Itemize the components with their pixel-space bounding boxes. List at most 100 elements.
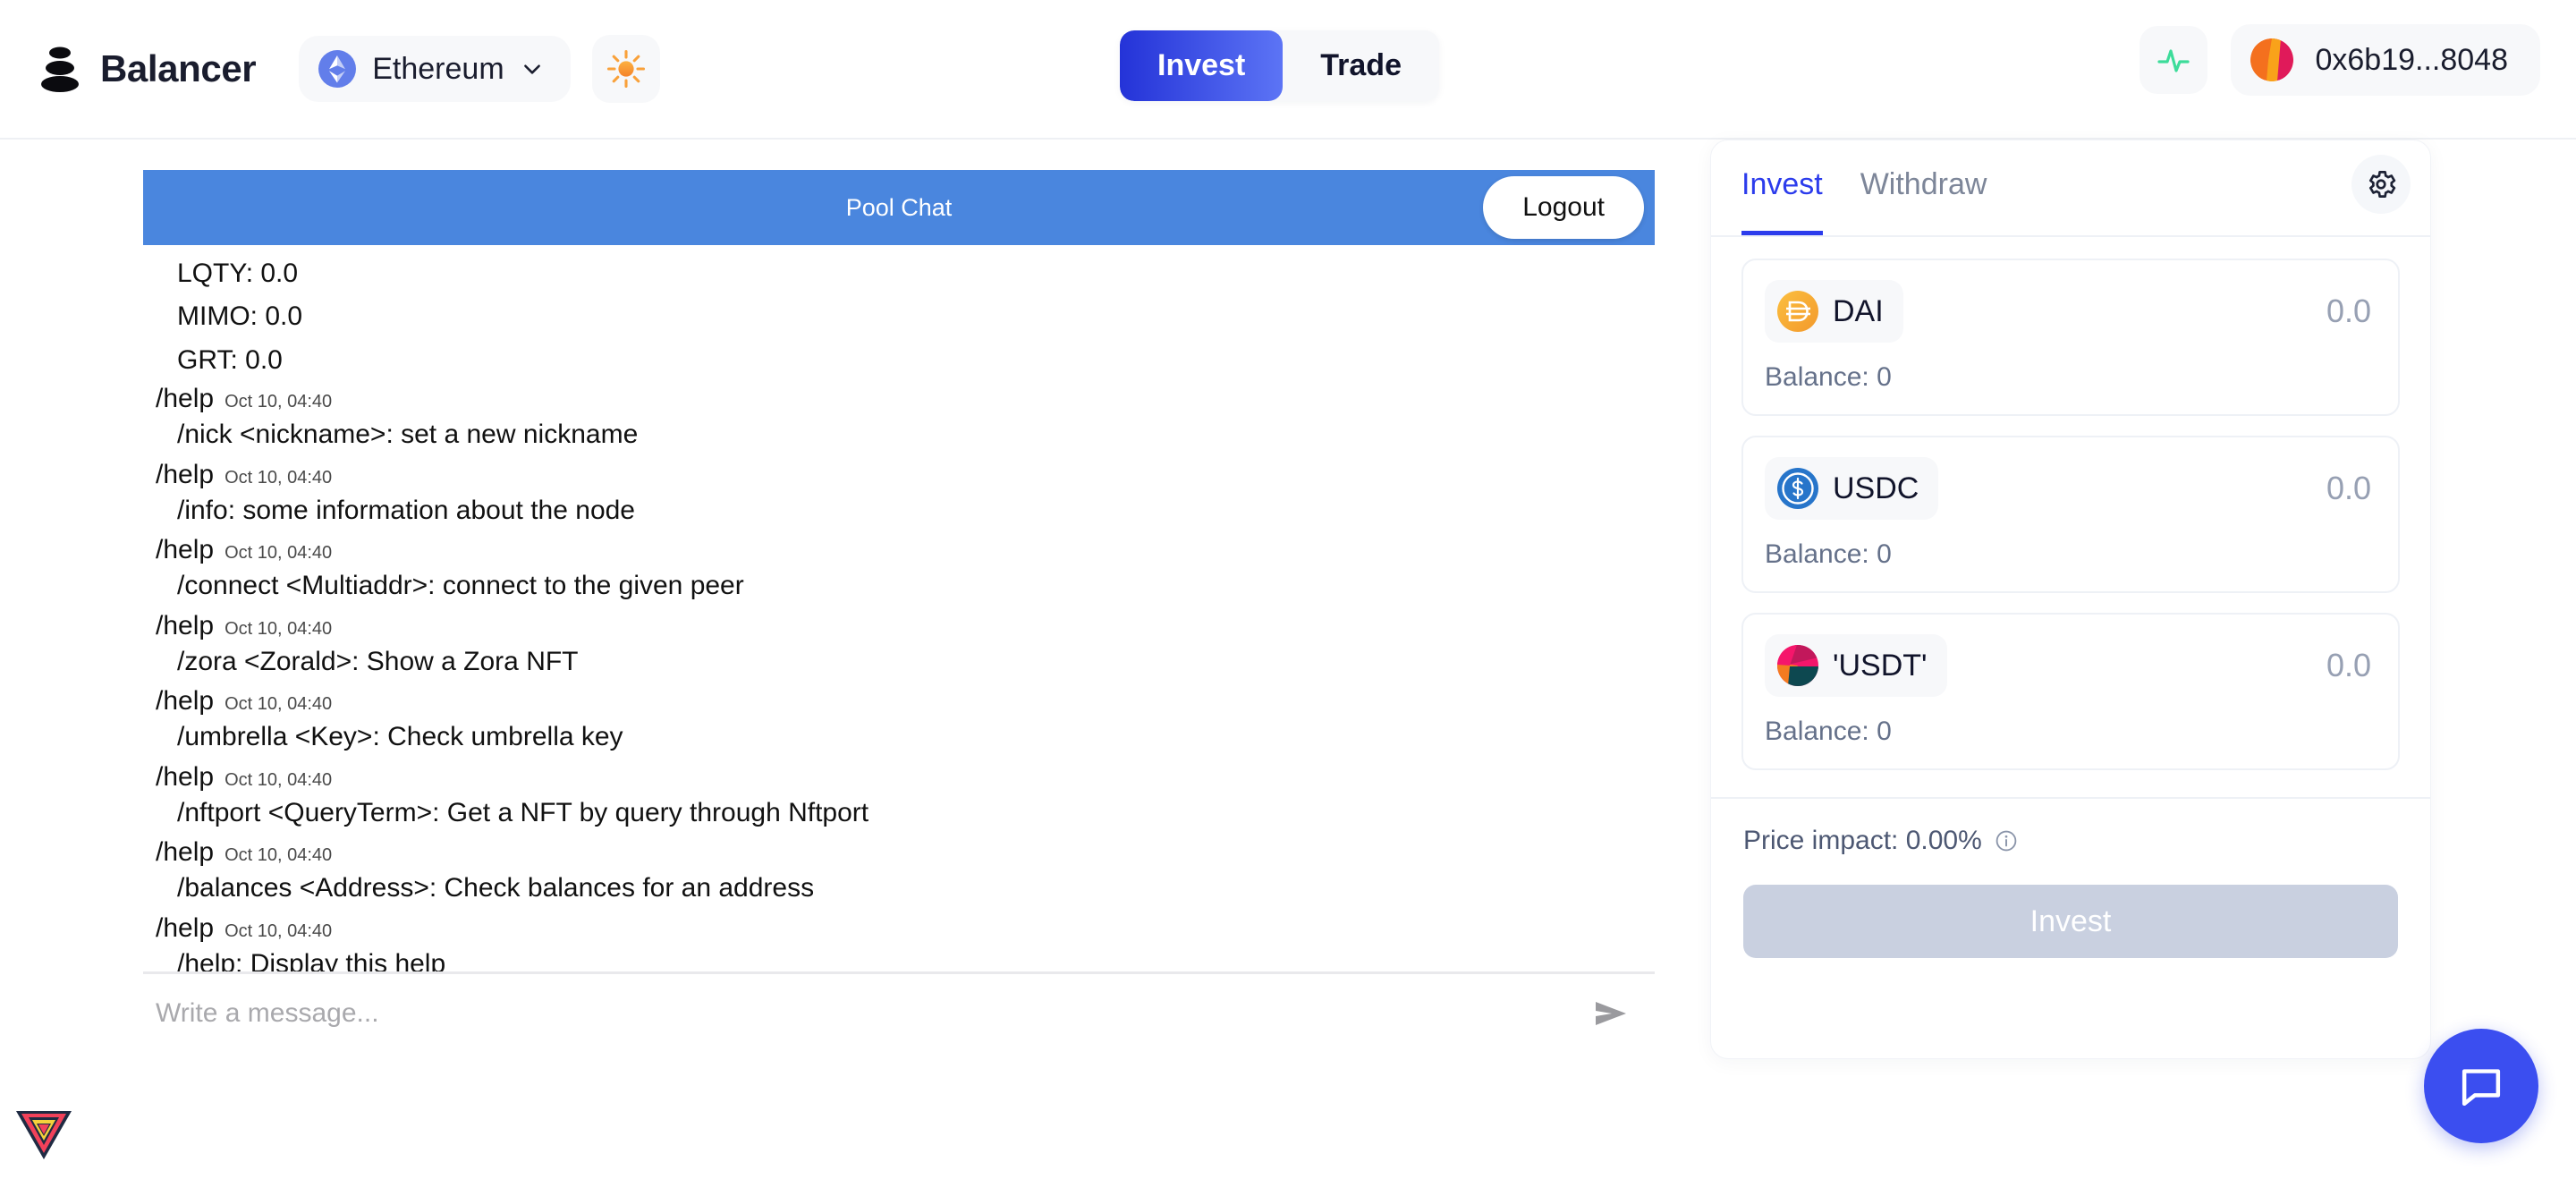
jazzicon-avatar bbox=[2250, 38, 2293, 81]
message-input[interactable] bbox=[156, 993, 1562, 1034]
open-chat-fab[interactable] bbox=[2424, 1029, 2538, 1143]
token-selector-usdc[interactable]: USDC bbox=[1765, 457, 1938, 520]
message-sender: /help bbox=[156, 535, 214, 565]
message-header: /help Oct 10, 04:40 bbox=[143, 837, 1655, 868]
nav-tab-trade[interactable]: Trade bbox=[1283, 30, 1439, 101]
brand-name: Balancer bbox=[100, 47, 256, 90]
token-card-usdc[interactable]: USDC 0.0 Balance: 0 bbox=[1741, 436, 2400, 593]
logout-button[interactable]: Logout bbox=[1483, 176, 1644, 239]
token-selector-usdt[interactable]: 'USDT' bbox=[1765, 634, 1947, 697]
balance-line: MIMO: 0.0 bbox=[143, 295, 1655, 338]
tab-withdraw[interactable]: Withdraw bbox=[1860, 167, 1987, 231]
chat-bubble-icon bbox=[2455, 1060, 2507, 1112]
pool-chat-panel: Pool Chat Logout LQTY: 0.0 MIMO: 0.0 GRT… bbox=[143, 170, 1655, 1052]
token-amount-dai[interactable]: 0.0 bbox=[2326, 293, 2377, 330]
token-card-usdt[interactable]: 'USDT' 0.0 Balance: 0 bbox=[1741, 613, 2400, 770]
message-sender: /help bbox=[156, 460, 214, 490]
brand: Balancer bbox=[39, 46, 256, 92]
invest-withdraw-panel: Invest Withdraw bbox=[1710, 140, 2431, 1059]
message-text: /nftport <QueryTerm>: Get a NFT by query… bbox=[143, 793, 1655, 835]
message-header: /help Oct 10, 04:40 bbox=[143, 686, 1655, 717]
chat-message-list[interactable]: LQTY: 0.0 MIMO: 0.0 GRT: 0.0 /help Oct 1… bbox=[143, 245, 1655, 971]
app-header: Balancer Ethereum bbox=[0, 0, 2576, 140]
token-amount-usdc[interactable]: 0.0 bbox=[2326, 470, 2377, 507]
message-text: /nick <nickname>: set a new nickname bbox=[143, 414, 1655, 456]
main-nav-segmented: Invest Trade bbox=[1120, 30, 1439, 101]
message-time: Oct 10, 04:40 bbox=[225, 468, 332, 488]
theme-toggle-button[interactable] bbox=[592, 35, 660, 103]
gear-icon bbox=[2364, 167, 2398, 201]
invest-submit-button[interactable]: Invest bbox=[1743, 885, 2398, 958]
balance-line: LQTY: 0.0 bbox=[143, 252, 1655, 295]
chat-message: /help Oct 10, 04:40 /connect <Multiaddr>… bbox=[143, 533, 1655, 609]
tab-invest[interactable]: Invest bbox=[1741, 167, 1823, 235]
send-message-button[interactable] bbox=[1571, 997, 1649, 1030]
message-text: /connect <Multiaddr>: connect to the giv… bbox=[143, 565, 1655, 607]
token-balance-dai: Balance: 0 bbox=[1765, 362, 2377, 393]
vue-v-logo bbox=[16, 1109, 72, 1159]
usdc-token-icon bbox=[1777, 468, 1818, 509]
message-time: Oct 10, 04:40 bbox=[225, 392, 332, 412]
message-header: /help Oct 10, 04:40 bbox=[143, 535, 1655, 565]
message-time: Oct 10, 04:40 bbox=[225, 694, 332, 715]
chat-message: /help Oct 10, 04:40 /zora <Zorald>: Show… bbox=[143, 609, 1655, 685]
token-card-top: 'USDT' 0.0 bbox=[1765, 634, 2377, 697]
message-header: /help Oct 10, 04:40 bbox=[143, 913, 1655, 944]
message-time: Oct 10, 04:40 bbox=[225, 543, 332, 564]
account-button[interactable]: 0x6b19...8048 bbox=[2231, 24, 2540, 96]
token-symbol: USDC bbox=[1833, 471, 1919, 506]
price-impact-label: Price impact: 0.00% bbox=[1743, 826, 1982, 856]
chat-composer bbox=[143, 971, 1655, 1052]
send-arrow-icon bbox=[1590, 997, 1630, 1030]
message-text: /zora <Zorald>: Show a Zora NFT bbox=[143, 641, 1655, 683]
message-header: /help Oct 10, 04:40 bbox=[143, 611, 1655, 641]
token-selector-dai[interactable]: DAI bbox=[1765, 280, 1903, 343]
chain-label: Ethereum bbox=[372, 52, 504, 87]
dai-token-icon bbox=[1777, 291, 1818, 332]
message-sender: /help bbox=[156, 384, 214, 414]
nav-tab-invest[interactable]: Invest bbox=[1120, 30, 1283, 101]
token-amount-usdt[interactable]: 0.0 bbox=[2326, 647, 2377, 684]
ethereum-icon bbox=[318, 50, 356, 88]
account-address: 0x6b19...8048 bbox=[2315, 43, 2508, 78]
activity-button[interactable] bbox=[2140, 26, 2207, 94]
message-sender: /help bbox=[156, 762, 214, 793]
panel-tabbar: Invest Withdraw bbox=[1711, 140, 2430, 237]
message-time: Oct 10, 04:40 bbox=[225, 921, 332, 942]
chat-message: /help Oct 10, 04:40 /nftport <QueryTerm>… bbox=[143, 760, 1655, 836]
usdt-token-icon bbox=[1777, 645, 1818, 686]
header-right-group: 0x6b19...8048 bbox=[2140, 24, 2540, 96]
chat-message: /help Oct 10, 04:40 /nick <nickname>: se… bbox=[143, 382, 1655, 458]
token-card-top: DAI 0.0 bbox=[1765, 280, 2377, 343]
chat-message: /help Oct 10, 04:40 /balances <Address>:… bbox=[143, 835, 1655, 912]
sun-icon bbox=[606, 48, 647, 89]
token-card-dai[interactable]: DAI 0.0 Balance: 0 bbox=[1741, 259, 2400, 416]
info-circle-icon[interactable] bbox=[1995, 829, 2018, 852]
chevron-down-icon bbox=[521, 57, 544, 81]
chat-message: /help Oct 10, 04:40 /info: some informat… bbox=[143, 458, 1655, 534]
message-header: /help Oct 10, 04:40 bbox=[143, 460, 1655, 490]
chat-message: /help Oct 10, 04:40 /umbrella <Key>: Che… bbox=[143, 684, 1655, 760]
balancer-stones-icon bbox=[39, 46, 80, 92]
balance-line: GRT: 0.0 bbox=[143, 339, 1655, 382]
token-input-list: DAI 0.0 Balance: 0 USDC 0.0 B bbox=[1711, 237, 2430, 790]
message-text: /info: some information about the node bbox=[143, 490, 1655, 532]
pulse-activity-icon bbox=[2154, 40, 2193, 80]
token-symbol: 'USDT' bbox=[1833, 649, 1928, 683]
token-card-top: USDC 0.0 bbox=[1765, 457, 2377, 520]
message-time: Oct 10, 04:40 bbox=[225, 845, 332, 866]
chat-header: Pool Chat Logout bbox=[143, 170, 1655, 245]
message-sender: /help bbox=[156, 837, 214, 868]
chat-title: Pool Chat bbox=[846, 194, 953, 222]
message-header: /help Oct 10, 04:40 bbox=[143, 762, 1655, 793]
message-header: /help Oct 10, 04:40 bbox=[143, 384, 1655, 414]
token-balance-usdt: Balance: 0 bbox=[1765, 717, 2377, 747]
chat-message: /help Oct 10, 04:40 /help: Display this … bbox=[143, 912, 1655, 971]
price-impact-row: Price impact: 0.00% bbox=[1743, 826, 2398, 856]
message-time: Oct 10, 04:40 bbox=[225, 619, 332, 640]
message-time: Oct 10, 04:40 bbox=[225, 770, 332, 791]
chain-selector[interactable]: Ethereum bbox=[299, 36, 570, 102]
message-text: /umbrella <Key>: Check umbrella key bbox=[143, 717, 1655, 759]
settings-button[interactable] bbox=[2351, 155, 2411, 214]
panel-footer: Price impact: 0.00% Invest bbox=[1711, 797, 2430, 958]
